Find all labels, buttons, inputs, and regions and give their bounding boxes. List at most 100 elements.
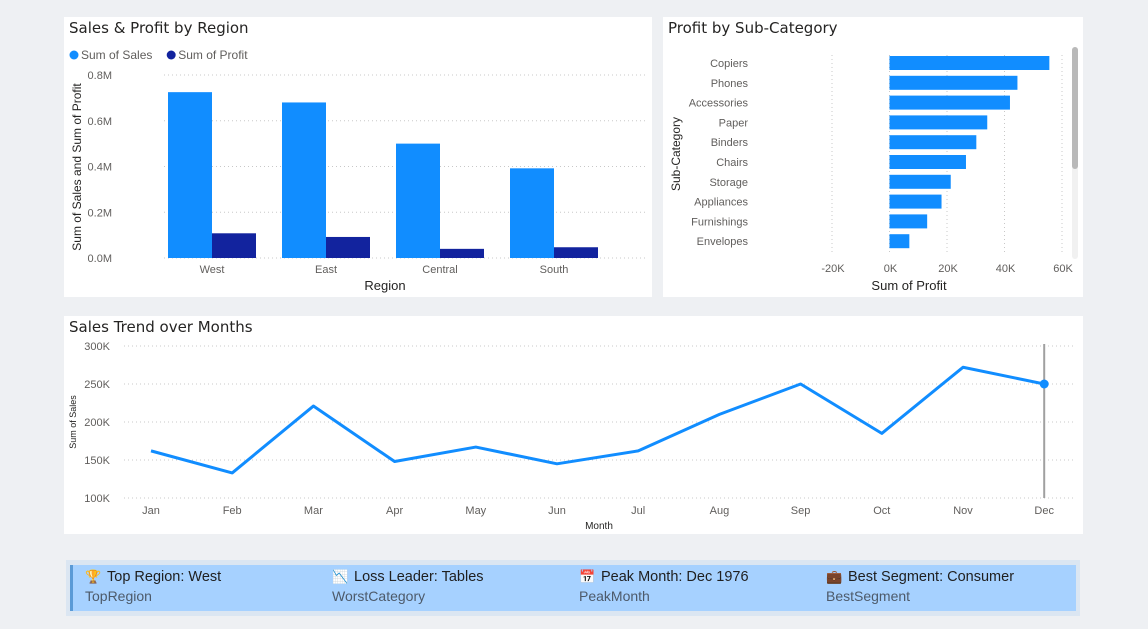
x-tick-label: South bbox=[540, 264, 569, 276]
x-tick-label: 40K bbox=[996, 263, 1016, 275]
trend-chart: 100K 150K 200K 250K 300K Jan Feb Mar Apr May Jun Ju… bbox=[68, 341, 1076, 532]
data-point bbox=[1039, 379, 1049, 389]
bar-sum-of-profit bbox=[212, 233, 256, 258]
kpi-best-segment-title: Best Segment: Consumer bbox=[848, 569, 1015, 585]
x-tick-label: Jul bbox=[631, 505, 645, 517]
bar-sum-of-sales bbox=[510, 168, 554, 258]
kpi-best-segment-subtitle: BestSegment bbox=[826, 588, 911, 604]
x-axis-title: Sum of Profit bbox=[871, 278, 947, 293]
y-tick-label: Chairs bbox=[716, 157, 748, 169]
bar-sum-of-sales bbox=[396, 143, 440, 258]
y-tick-label: Envelopes bbox=[697, 236, 749, 248]
x-tick-label: Dec bbox=[1034, 505, 1054, 517]
bar-phones bbox=[889, 75, 1018, 90]
bar-paper bbox=[889, 115, 988, 130]
briefcase-icon: 💼 bbox=[826, 569, 843, 584]
kpi-peak-month[interactable]: 📅 Peak Month: Dec 1976 PeakMonth bbox=[579, 569, 749, 609]
x-tick-label: Mar bbox=[304, 505, 323, 517]
y-tick-label: 0.8M bbox=[88, 70, 112, 82]
kpi-loss-leader-subtitle: WorstCategory bbox=[332, 588, 426, 604]
kpi-top-region-title: Top Region: West bbox=[107, 569, 222, 585]
y-tick-label: 0.0M bbox=[88, 253, 112, 265]
bar-appliances bbox=[889, 194, 942, 209]
y-tick-label: 0.2M bbox=[88, 207, 112, 219]
bar-sum-of-profit bbox=[440, 248, 484, 258]
subcategory-scrollbar-thumb[interactable] bbox=[1072, 47, 1078, 169]
x-tick-label: Feb bbox=[223, 505, 242, 517]
bar-furnishings bbox=[889, 214, 928, 229]
chart-down-icon: 📉 bbox=[332, 569, 349, 584]
y-tick-label: Binders bbox=[711, 137, 749, 149]
series-line-sales bbox=[150, 365, 1045, 475]
y-tick-label: 250K bbox=[84, 379, 110, 391]
trophy-icon: 🏆 bbox=[85, 569, 102, 584]
x-tick-label: Jun bbox=[548, 505, 566, 517]
y-tick-label: Appliances bbox=[694, 197, 748, 209]
bar-envelopes bbox=[889, 234, 910, 249]
x-tick-label: Sep bbox=[791, 505, 811, 517]
x-tick-label: Aug bbox=[710, 505, 730, 517]
x-axis-title: Region bbox=[364, 278, 405, 293]
y-tick-label: 100K bbox=[84, 493, 110, 505]
bar-copiers bbox=[889, 56, 1050, 70]
subcategory-chart-panel: Profit by Sub-Category -20K 0K 20K 40K 60K Co… bbox=[663, 17, 1083, 297]
kpi-card-row: 🏆 Top Region: West TopRegion 📉 Loss Lead… bbox=[70, 565, 1076, 611]
kpi-top-region-subtitle: TopRegion bbox=[85, 588, 152, 604]
x-tick-label: Apr bbox=[386, 505, 403, 517]
x-tick-label: West bbox=[200, 264, 225, 276]
y-tick-label: Copiers bbox=[710, 58, 748, 70]
legend-label-0: Sum of Sales bbox=[81, 48, 152, 62]
calendar-icon: 📅 bbox=[579, 569, 596, 584]
subcategory-chart: -20K 0K 20K 40K 60K Copiers Phones Accessories P… bbox=[669, 55, 1073, 293]
kpi-loss-leader-title: Loss Leader: Tables bbox=[354, 569, 484, 585]
trend-chart-panel: Sales Trend over Months 100K 150K 200K 250K… bbox=[64, 316, 1083, 534]
y-tick-label: Paper bbox=[719, 117, 749, 129]
kpi-peak-month-subtitle: PeakMonth bbox=[579, 588, 650, 604]
x-tick-label: 20K bbox=[938, 263, 958, 275]
y-axis-title: Sum of Sales bbox=[68, 395, 78, 449]
kpi-peak-month-title: Peak Month: Dec 1976 bbox=[601, 569, 749, 585]
x-tick-label: Jan bbox=[142, 505, 160, 517]
bar-sum-of-profit bbox=[554, 247, 598, 258]
x-axis-title: Month bbox=[585, 521, 613, 532]
region-chart: Sum of Sales Sum of Profit 0.0M 0.2M 0.4M 0.6… bbox=[69, 48, 648, 293]
kpi-best-segment[interactable]: 💼 Best Segment: Consumer BestSegment bbox=[826, 569, 1014, 609]
kpi-peak-month-title-row: 📅 Peak Month: Dec 1976 bbox=[579, 569, 749, 585]
y-axis-title: Sub-Category bbox=[669, 117, 683, 191]
region-chart-panel: Sales & Profit by Region Sum of Sales Sum… bbox=[64, 17, 652, 297]
bar-sum-of-sales bbox=[282, 102, 326, 258]
kpi-band: 🏆 Top Region: West TopRegion 📉 Loss Lead… bbox=[66, 560, 1080, 616]
bar-sum-of-profit bbox=[326, 236, 370, 258]
bar-accessories bbox=[889, 95, 1010, 110]
legend-label-1: Sum of Profit bbox=[178, 48, 248, 62]
x-tick-label: Nov bbox=[953, 505, 973, 517]
x-tick-label: Oct bbox=[873, 505, 890, 517]
x-tick-label: May bbox=[465, 505, 486, 517]
subcategory-scrollbar-track[interactable] bbox=[1072, 47, 1078, 259]
x-tick-label: East bbox=[315, 264, 337, 276]
legend-marker-1 bbox=[166, 50, 176, 60]
kpi-top-region[interactable]: 🏆 Top Region: West TopRegion bbox=[85, 569, 221, 609]
y-tick-label: Phones bbox=[711, 78, 749, 90]
y-tick-label: 0.6M bbox=[88, 116, 112, 128]
y-tick-label: 150K bbox=[84, 455, 110, 467]
kpi-top-region-title-row: 🏆 Top Region: West bbox=[85, 569, 221, 585]
y-tick-label: Accessories bbox=[689, 98, 749, 110]
legend-marker-0 bbox=[69, 50, 79, 60]
kpi-best-segment-title-row: 💼 Best Segment: Consumer bbox=[826, 569, 1014, 585]
bar-storage bbox=[889, 174, 951, 189]
bar-sum-of-sales bbox=[168, 92, 212, 258]
bar-binders bbox=[889, 135, 977, 150]
y-axis-title: Sum of Sales and Sum of Profit bbox=[70, 83, 84, 251]
x-tick-label: -20K bbox=[821, 263, 845, 275]
kpi-loss-leader[interactable]: 📉 Loss Leader: Tables WorstCategory bbox=[332, 569, 484, 609]
y-tick-label: Storage bbox=[709, 177, 748, 189]
x-tick-label: Central bbox=[422, 264, 457, 276]
bar-chairs bbox=[889, 155, 966, 169]
y-tick-label: 200K bbox=[84, 417, 110, 429]
y-tick-label: 300K bbox=[84, 341, 110, 353]
x-tick-label: 0K bbox=[884, 263, 898, 275]
x-tick-label: 60K bbox=[1053, 263, 1073, 275]
kpi-loss-leader-title-row: 📉 Loss Leader: Tables bbox=[332, 569, 484, 585]
y-tick-label: 0.4M bbox=[88, 162, 112, 174]
